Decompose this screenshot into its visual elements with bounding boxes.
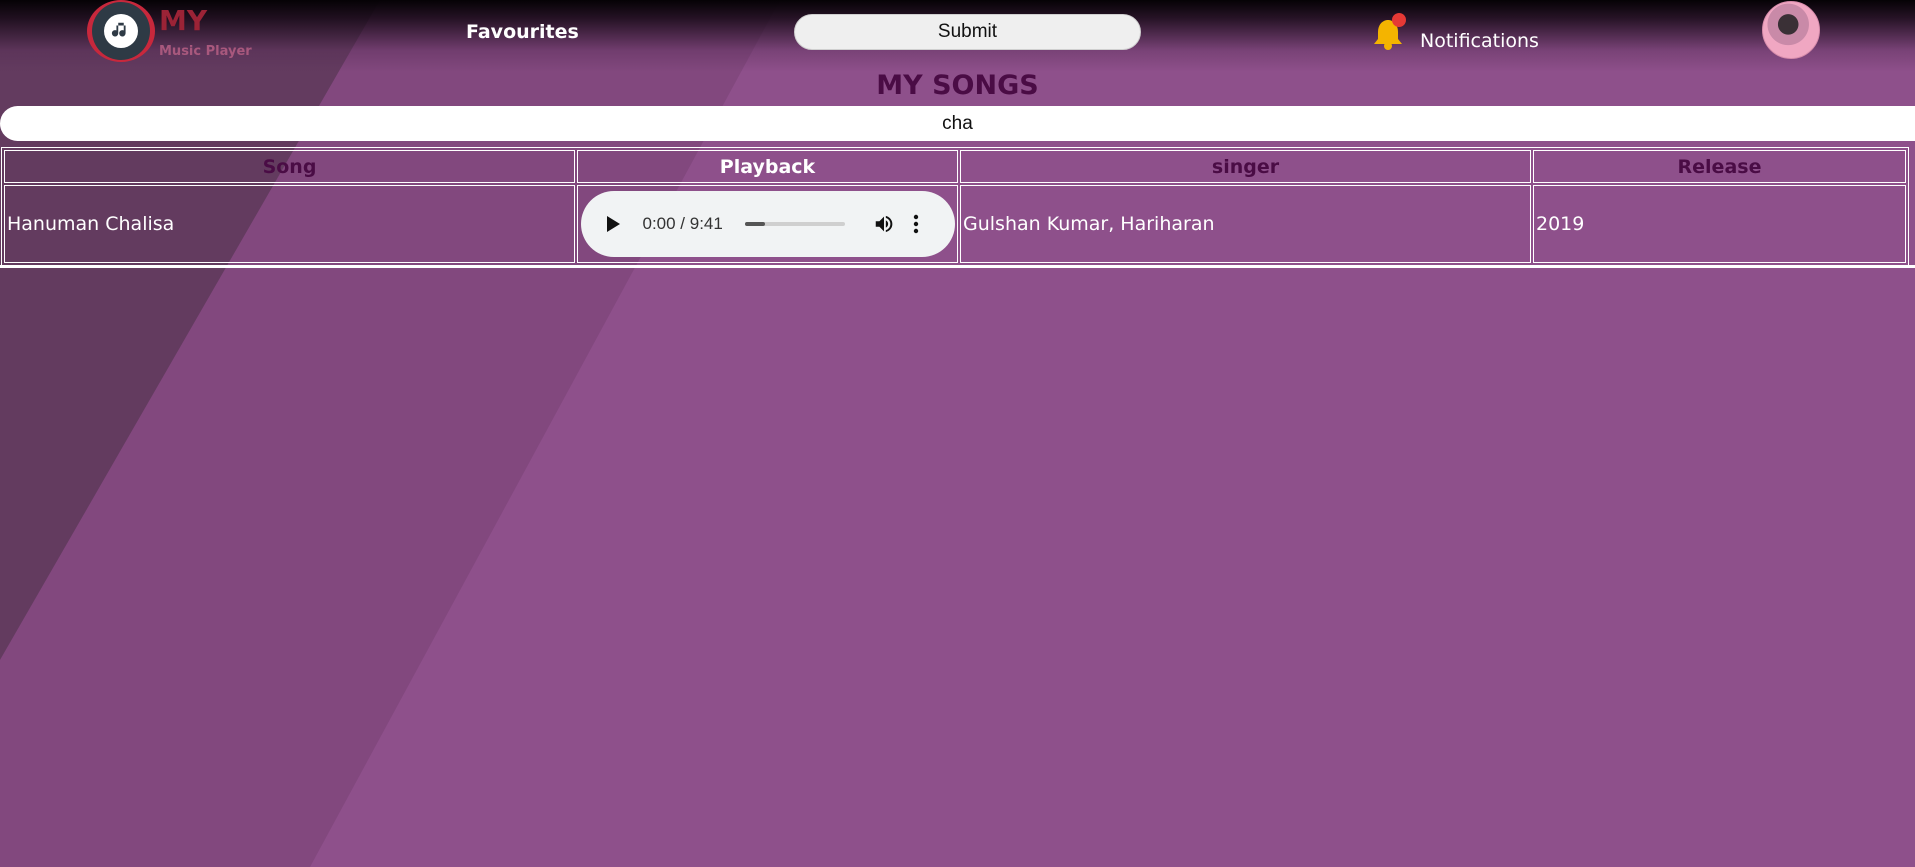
playback-time: 0:00 / 9:41 — [642, 214, 723, 233]
nav-notifications-link[interactable]: Notifications — [1420, 30, 1539, 52]
search-input[interactable] — [0, 106, 1915, 141]
audio-player[interactable]: 0:00 / 9:41 — [580, 191, 955, 257]
more-vert-icon[interactable] — [913, 213, 919, 235]
singer-cell: Gulshan Kumar, Hariharan — [960, 185, 1531, 263]
music-note-icon — [104, 14, 138, 48]
play-icon[interactable] — [605, 214, 625, 234]
column-header-release: Release — [1533, 150, 1906, 183]
column-header-song: Song — [4, 150, 575, 183]
nav-favourites-link[interactable]: Favourites — [466, 21, 579, 43]
column-header-singer: singer — [960, 150, 1531, 183]
column-header-playback: Playback — [577, 150, 958, 183]
bell-icon[interactable] — [1373, 12, 1409, 52]
songs-table: Song Playback singer Release Hanuman Cha… — [1, 147, 1909, 266]
table-header-row: Song Playback singer Release — [4, 150, 1906, 183]
progress-fill — [744, 222, 765, 226]
brand-title: MY — [159, 4, 208, 37]
volume-icon[interactable] — [873, 213, 895, 235]
brand-subtitle: Music Player — [159, 44, 252, 59]
table-row: Hanuman Chalisa 0:00 / 9:41 Gulshan Kuma… — [4, 185, 1906, 263]
app-logo[interactable] — [87, 0, 155, 62]
page-title: MY SONGS — [876, 70, 1039, 101]
songs-table-container: Song Playback singer Release Hanuman Cha… — [0, 146, 1915, 268]
submit-button[interactable]: Submit — [794, 14, 1141, 50]
user-avatar[interactable] — [1762, 1, 1820, 59]
song-title-cell: Hanuman Chalisa — [4, 185, 575, 263]
playback-cell: 0:00 / 9:41 — [577, 185, 958, 263]
release-cell: 2019 — [1533, 185, 1906, 263]
progress-slider[interactable] — [744, 222, 845, 226]
